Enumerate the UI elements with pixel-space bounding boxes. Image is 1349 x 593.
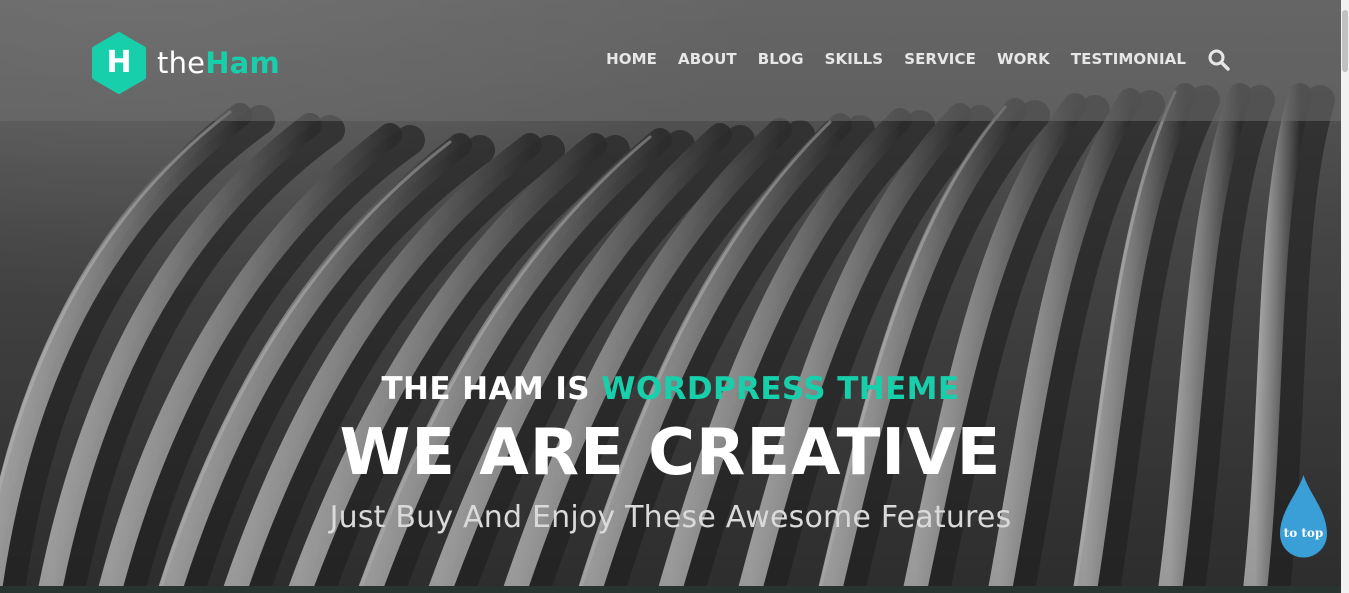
headline-plain: THE HAM IS [381, 371, 602, 407]
nav-testimonial[interactable]: TESTIMONIAL [1071, 50, 1186, 68]
search-icon[interactable] [1208, 49, 1230, 71]
nav-blog[interactable]: BLOG [758, 50, 804, 68]
to-top-label: to top [1283, 526, 1324, 540]
logo-letter: H [106, 45, 132, 80]
top-navbar: H theHam HOME ABOUT BLOG SKILLS SERVICE … [0, 0, 1341, 121]
hexagon-logo-icon: H [91, 32, 147, 94]
nav-service[interactable]: SERVICE [904, 50, 976, 68]
main-nav: HOME ABOUT BLOG SKILLS SERVICE WORK TEST… [606, 50, 1186, 68]
nav-skills[interactable]: SKILLS [825, 50, 884, 68]
hero-subtitle: Just Buy And Enjoy These Awesome Feature… [329, 500, 1012, 535]
hero-section: H theHam HOME ABOUT BLOG SKILLS SERVICE … [0, 0, 1341, 586]
site-logo[interactable]: H theHam [91, 32, 280, 94]
nav-home[interactable]: HOME [606, 50, 657, 68]
nav-about[interactable]: ABOUT [678, 50, 737, 68]
logo-name-prefix: the [157, 45, 206, 80]
next-section-edge [0, 586, 1341, 593]
headline-accent: WORDPRESS THEME [601, 371, 960, 407]
hero-title: WE ARE CREATIVE [339, 416, 1002, 490]
scrollbar-thumb[interactable] [1342, 10, 1348, 72]
to-top-button[interactable]: to top [1279, 473, 1328, 559]
logo-wordmark: theHam [157, 45, 280, 80]
nav-work[interactable]: WORK [997, 50, 1050, 68]
page-scrollbar[interactable] [1341, 0, 1349, 593]
hero-headline: THE HAM IS WORDPRESS THEME [0, 371, 1341, 408]
logo-name-accent: Ham [205, 45, 280, 80]
droplet-icon [1280, 475, 1327, 558]
